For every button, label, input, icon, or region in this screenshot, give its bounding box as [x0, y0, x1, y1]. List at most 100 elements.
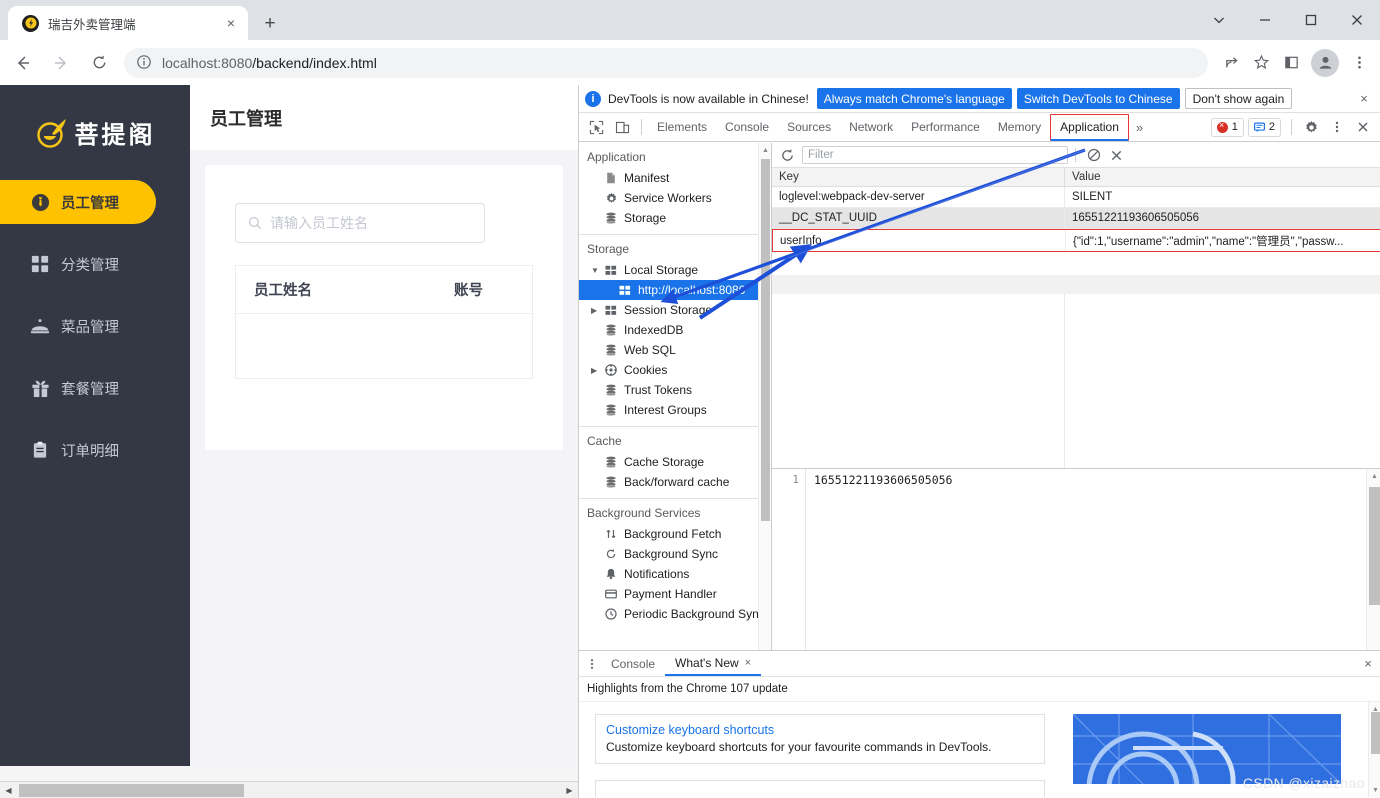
search-input[interactable]: 请输入员工姓名 — [235, 203, 485, 243]
close-devtools-icon[interactable] — [1350, 114, 1376, 140]
new-tab-button[interactable]: + — [256, 11, 284, 35]
tab-close-icon[interactable]: × — [222, 14, 240, 32]
drawer-tab-close-icon[interactable]: × — [745, 657, 751, 669]
column-header-value[interactable]: Value — [1065, 168, 1380, 186]
side-panel-icon[interactable] — [1276, 48, 1306, 78]
scrollbar-thumb[interactable] — [1371, 712, 1380, 754]
sidebar-item-employee[interactable]: 员工管理 — [0, 180, 156, 224]
tree-item-bfcache[interactable]: Back/forward cache — [579, 472, 771, 492]
reload-button[interactable] — [84, 48, 114, 78]
tab-application[interactable]: Application — [1050, 113, 1129, 141]
tab-console[interactable]: Console — [716, 114, 778, 141]
tree-item-local-storage[interactable]: ▼ Local Storage — [579, 260, 771, 280]
tree-item-notifications[interactable]: Notifications — [579, 564, 771, 584]
minimize-button[interactable] — [1242, 0, 1288, 40]
page-viewport: 菩提阁 员工管理 分类管理 菜品管理 套餐管理 订单明细 员工管理 请输入员工姓… — [0, 85, 578, 798]
banner-close-icon[interactable]: × — [1354, 91, 1374, 106]
tree-item-trust-tokens[interactable]: Trust Tokens — [579, 380, 771, 400]
whats-new-card-title[interactable]: Customize keyboard shortcuts — [606, 723, 1034, 737]
tree-item-localhost-origin[interactable]: http://localhost:8080 — [579, 280, 771, 300]
scrollbar-thumb[interactable] — [19, 783, 244, 797]
devtools-panel: i DevTools is now available in Chinese! … — [578, 85, 1380, 798]
tree-item-web-sql[interactable]: Web SQL — [579, 340, 771, 360]
tab-search-icon[interactable] — [1196, 0, 1242, 40]
chevron-right-icon[interactable]: ▶ — [591, 366, 601, 375]
drawer-close-icon[interactable]: × — [1355, 656, 1380, 671]
tree-item-payment-handler[interactable]: Payment Handler — [579, 584, 771, 604]
close-window-button[interactable] — [1334, 0, 1380, 40]
message-count-badge[interactable]: 2 — [1247, 117, 1281, 137]
more-vertical-icon[interactable] — [583, 658, 601, 670]
tree-item-service-workers[interactable]: Service Workers — [579, 188, 771, 208]
dont-show-again-button[interactable]: Don't show again — [1184, 88, 1293, 109]
drawer-tab-whats-new[interactable]: What's New × — [665, 651, 762, 676]
tab-memory[interactable]: Memory — [989, 114, 1050, 141]
whats-new-card[interactable]: Customize keyboard shortcuts Customize k… — [595, 714, 1045, 764]
tree-item-background-sync[interactable]: Background Sync — [579, 544, 771, 564]
tree-item-cookies[interactable]: ▶ Cookies — [579, 360, 771, 380]
device-toolbar-icon[interactable] — [609, 114, 635, 140]
browser-tab[interactable]: 瑞吉外卖管理端 × — [8, 6, 248, 40]
toolbar-actions — [1216, 48, 1380, 78]
drawer-tab-console[interactable]: Console — [601, 651, 665, 676]
whats-new-scrollbar[interactable]: ▲ ▼ — [1368, 702, 1380, 797]
more-tabs-icon[interactable]: » — [1129, 120, 1150, 135]
sidebar-item-category[interactable]: 分类管理 — [0, 242, 190, 286]
database-icon — [604, 475, 618, 489]
address-bar[interactable]: localhost:8080/backend/index.html — [124, 47, 1208, 78]
filter-input[interactable]: Filter — [802, 146, 1068, 164]
tab-sources[interactable]: Sources — [778, 114, 840, 141]
delete-selected-icon[interactable] — [1105, 144, 1127, 166]
tree-item-session-storage[interactable]: ▶ Session Storage — [579, 300, 771, 320]
table-row[interactable]: loglevel:webpack-dev-server SILENT — [772, 187, 1380, 208]
sidebar-item-dish[interactable]: 菜品管理 — [0, 304, 190, 348]
whats-new-card-description: Customize keyboard shortcuts for your fa… — [606, 740, 992, 754]
tree-item-indexeddb[interactable]: IndexedDB — [579, 320, 771, 340]
sidebar-item-combo[interactable]: 套餐管理 — [0, 366, 190, 410]
page-horizontal-scrollbar[interactable]: ◀ ▶ — [0, 781, 578, 798]
tab-network[interactable]: Network — [840, 114, 902, 141]
sidebar-vertical-scrollbar[interactable]: ▲ ▼ — [758, 143, 771, 735]
scroll-left-arrow-icon[interactable]: ◀ — [0, 782, 17, 798]
switch-to-chinese-button[interactable]: Switch DevTools to Chinese — [1016, 88, 1180, 109]
tab-elements[interactable]: Elements — [648, 114, 716, 141]
tree-item-interest-groups[interactable]: Interest Groups — [579, 400, 771, 420]
table-row[interactable]: __DC_STAT_UUID 16551221193606505056 — [772, 208, 1380, 229]
more-vertical-icon[interactable] — [1324, 114, 1350, 140]
profile-avatar[interactable] — [1311, 48, 1339, 77]
gear-icon[interactable] — [1298, 114, 1324, 140]
inspect-element-icon[interactable] — [583, 114, 609, 140]
chrome-menu-icon[interactable] — [1344, 48, 1374, 78]
tree-item-storage[interactable]: Storage — [579, 208, 771, 228]
always-match-language-button[interactable]: Always match Chrome's language — [816, 88, 1012, 109]
scroll-down-arrow-icon[interactable]: ▼ — [1369, 783, 1380, 797]
scrollbar-thumb[interactable] — [761, 159, 770, 521]
chevron-right-icon[interactable]: ▶ — [591, 306, 601, 315]
tree-item-periodic-background-sync[interactable]: Periodic Background Sync — [579, 604, 771, 624]
tab-performance[interactable]: Performance — [902, 114, 989, 141]
site-info-icon[interactable] — [136, 54, 153, 71]
back-button[interactable] — [8, 48, 38, 78]
scrollbar-thumb[interactable] — [1369, 487, 1380, 605]
cell-value: SILENT — [1072, 191, 1113, 203]
maximize-button[interactable] — [1288, 0, 1334, 40]
bookmark-star-icon[interactable] — [1246, 48, 1276, 78]
tree-item-cache-storage[interactable]: Cache Storage — [579, 452, 771, 472]
scroll-right-arrow-icon[interactable]: ▶ — [561, 782, 578, 798]
error-count-badge[interactable]: 1 — [1210, 117, 1244, 137]
tree-item-label: http://localhost:8080 — [638, 283, 746, 297]
table-row-userinfo[interactable]: userInfo {"id":1,"username":"admin","nam… — [772, 229, 1380, 252]
tree-item-background-fetch[interactable]: Background Fetch — [579, 524, 771, 544]
column-header-key[interactable]: Key — [772, 168, 1065, 186]
chevron-down-icon[interactable]: ▼ — [591, 266, 601, 275]
forward-button[interactable] — [46, 48, 76, 78]
tree-item-manifest[interactable]: Manifest — [579, 168, 771, 188]
clear-all-icon[interactable] — [1083, 144, 1105, 166]
scroll-up-arrow-icon[interactable]: ▲ — [759, 143, 771, 157]
sidebar-item-order[interactable]: 订单明细 — [0, 428, 190, 472]
whats-new-card-next[interactable] — [595, 780, 1045, 797]
scroll-up-arrow-icon[interactable]: ▲ — [1367, 469, 1380, 484]
refresh-icon[interactable] — [776, 144, 798, 166]
share-icon[interactable] — [1216, 48, 1246, 78]
browser-chrome: 瑞吉外卖管理端 × + localhost:8080/backend/index… — [0, 0, 1380, 85]
